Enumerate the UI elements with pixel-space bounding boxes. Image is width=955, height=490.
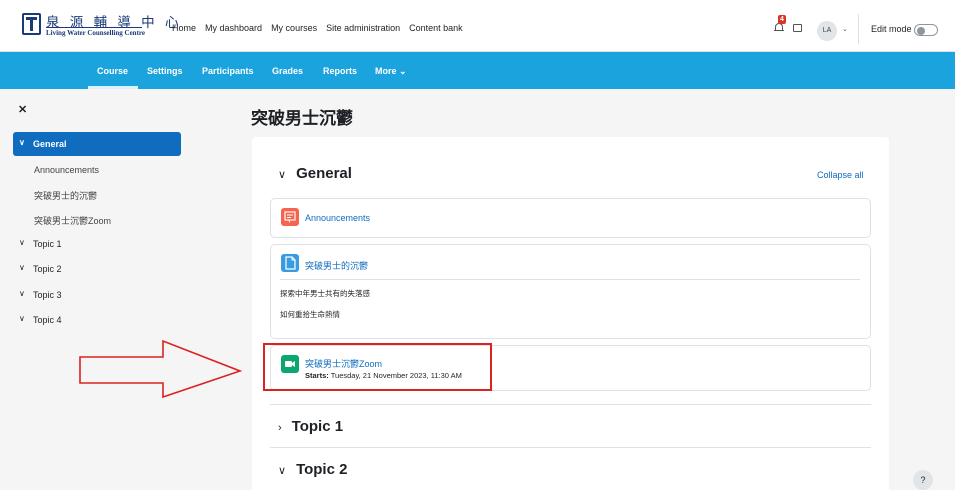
- activity-description-line: 如何重拾生命熱情: [280, 310, 340, 319]
- nav-my-courses[interactable]: My courses: [271, 23, 317, 33]
- tab-grades[interactable]: Grades: [272, 66, 303, 76]
- notification-count-badge: 4: [778, 15, 786, 24]
- logo-name-cn: 泉 源 輔 導 中 心: [46, 15, 182, 31]
- drawer-subitem-page[interactable]: 突破男士的沉鬱: [34, 189, 97, 202]
- annotation-arrow-icon: [79, 339, 243, 399]
- logo-mark-icon: [22, 13, 41, 35]
- activity-title[interactable]: Announcements: [305, 213, 370, 223]
- section-general-heading[interactable]: ∨ General: [278, 165, 352, 182]
- chevron-down-icon: ∨: [278, 465, 287, 477]
- top-navbar: 泉 源 輔 導 中 心 Living Water Counselling Cen…: [0, 0, 955, 52]
- tab-reports[interactable]: Reports: [323, 66, 357, 76]
- user-menu-chevron-down-icon[interactable]: ⌄: [842, 25, 848, 33]
- drawer-item-general[interactable]: ∨ General: [13, 132, 181, 156]
- tab-more[interactable]: More ⌄: [375, 66, 407, 77]
- toggle-knob: [917, 26, 925, 35]
- nav-site-administration[interactable]: Site administration: [326, 23, 400, 33]
- messages-icon[interactable]: [793, 24, 802, 32]
- activity-divider: [280, 279, 860, 280]
- drawer-subitem-zoom[interactable]: 突破男士沉鬱Zoom: [34, 214, 111, 227]
- tab-course[interactable]: Course: [97, 66, 128, 76]
- drawer-item-topic-2[interactable]: ∨ Topic 2: [13, 257, 181, 281]
- logo-divider: [46, 27, 142, 28]
- drawer-item-label: Topic 3: [33, 290, 62, 300]
- activity-title[interactable]: 突破男士的沉鬱: [305, 259, 368, 272]
- nav-home[interactable]: Home: [172, 23, 196, 33]
- tab-participants[interactable]: Participants: [202, 66, 254, 76]
- drawer-item-topic-4[interactable]: ∨ Topic 4: [13, 308, 181, 332]
- drawer-item-label: General: [33, 139, 67, 149]
- page-title: 突破男士沉鬱: [251, 109, 353, 128]
- nav-my-dashboard[interactable]: My dashboard: [205, 23, 262, 33]
- section-divider: [270, 447, 871, 448]
- user-avatar[interactable]: LA: [817, 21, 837, 41]
- edit-mode-toggle[interactable]: [914, 24, 938, 36]
- drawer-item-topic-3[interactable]: ∨ Topic 3: [13, 283, 181, 307]
- course-secondary-nav: Course Settings Participants Grades Repo…: [0, 52, 955, 89]
- drawer-item-topic-1[interactable]: ∨ Topic 1: [13, 232, 181, 256]
- forum-icon: [281, 208, 299, 226]
- logo-name-en: Living Water Counselling Centre: [46, 29, 145, 37]
- section-divider: [270, 404, 871, 405]
- edit-mode-label: Edit mode: [871, 24, 912, 34]
- chevron-down-icon: ∨: [19, 314, 25, 323]
- chevron-down-icon: ∨: [19, 263, 25, 272]
- primary-nav: Home My dashboard My courses Site admini…: [172, 23, 463, 33]
- section-title: Topic 1: [291, 418, 344, 435]
- chevron-right-icon: ›: [278, 422, 282, 434]
- section-title: General: [296, 165, 352, 182]
- section-topic-2-heading[interactable]: ∨ Topic 2: [278, 461, 347, 478]
- drawer-subitem-announcements[interactable]: Announcements: [34, 165, 99, 175]
- chevron-down-icon: ∨: [19, 138, 25, 147]
- close-icon[interactable]: ✕: [18, 103, 27, 116]
- drawer-item-label: Topic 1: [33, 239, 62, 249]
- chevron-down-icon: ∨: [19, 289, 25, 298]
- chevron-down-icon: ∨: [278, 169, 287, 181]
- tab-settings[interactable]: Settings: [147, 66, 183, 76]
- collapse-all-link[interactable]: Collapse all: [817, 170, 864, 180]
- annotation-highlight-box: [263, 343, 492, 391]
- drawer-item-label: Topic 4: [33, 315, 62, 325]
- drawer-item-label: Topic 2: [33, 264, 62, 274]
- navbar-divider: [858, 14, 859, 44]
- section-topic-1-heading[interactable]: › Topic 1: [278, 418, 343, 435]
- page-icon: [281, 254, 299, 272]
- site-logo[interactable]: 泉 源 輔 導 中 心 Living Water Counselling Cen…: [22, 10, 178, 44]
- help-button[interactable]: ?: [913, 470, 933, 490]
- nav-content-bank[interactable]: Content bank: [409, 23, 463, 33]
- chevron-down-icon: ∨: [19, 238, 25, 247]
- activity-description-line: 探索中年男士共有的失落感: [280, 289, 370, 298]
- section-title: Topic 2: [296, 461, 348, 478]
